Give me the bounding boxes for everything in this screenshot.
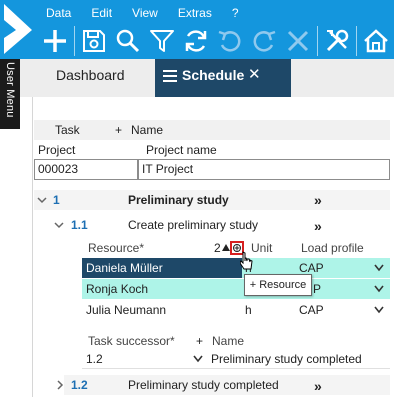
- task-header-row: [34, 120, 390, 140]
- search-button[interactable]: [111, 24, 145, 58]
- task-column-header: Task: [55, 123, 80, 137]
- filter-icon: [150, 30, 174, 52]
- menu-data[interactable]: Data: [46, 5, 71, 21]
- subtask-more-button[interactable]: »: [314, 218, 322, 234]
- resource-name: Julia Neumann: [86, 303, 167, 317]
- toolbar-separator: [356, 26, 357, 56]
- redo-icon: [253, 30, 276, 52]
- add-icon: [44, 30, 66, 52]
- menu-help[interactable]: ?: [232, 5, 239, 21]
- refresh-icon: [185, 30, 207, 52]
- cancel-button[interactable]: [281, 24, 315, 58]
- home-icon: [364, 29, 388, 53]
- subtask-name: Preliminary study completed: [128, 378, 279, 392]
- top-bar: Data Edit View Extras ?: [0, 0, 394, 59]
- resource-name: Ronja Koch: [86, 282, 149, 296]
- task-name: Preliminary study: [128, 193, 229, 207]
- chevron-down-icon[interactable]: [193, 355, 203, 363]
- successor-number[interactable]: 1.2: [86, 351, 103, 367]
- chevron-down-icon[interactable]: [54, 220, 64, 230]
- menu-edit[interactable]: Edit: [91, 5, 112, 21]
- tools-icon: [326, 29, 349, 52]
- save-button[interactable]: [77, 24, 111, 58]
- subtask-number: 1.2: [71, 378, 88, 392]
- project-label: Project: [38, 143, 76, 157]
- menu-extras[interactable]: Extras: [178, 5, 212, 21]
- name-column-header: Name: [131, 123, 164, 137]
- project-name-field[interactable]: IT Project: [138, 159, 390, 180]
- add-task-icon[interactable]: +: [115, 122, 122, 138]
- resource-name: Daniela Müller: [86, 261, 163, 275]
- search-icon: [116, 29, 140, 53]
- subtask-number: 1.1: [71, 218, 88, 232]
- resource-row[interactable]: Ronja Koch P: [82, 279, 390, 299]
- toolbar-separator: [317, 26, 318, 56]
- task-more-button[interactable]: »: [314, 192, 322, 208]
- resource-profile: P: [313, 282, 322, 296]
- unit-column-header: Unit: [251, 241, 273, 255]
- subtask-more-button[interactable]: »: [314, 378, 322, 394]
- subtask-name: Create preliminary study: [128, 218, 259, 232]
- save-icon: [83, 30, 105, 52]
- resource-unit: h: [245, 303, 252, 317]
- chevron-right-icon[interactable]: [55, 380, 65, 390]
- resource-row[interactable]: Julia Neumann h CAP: [82, 300, 390, 320]
- load-profile-column-header: Load profile: [301, 241, 364, 255]
- successor-name: Preliminary study completed: [211, 352, 362, 366]
- tab-schedule[interactable]: Schedule ✕: [155, 59, 291, 97]
- home-button[interactable]: [359, 24, 393, 58]
- mouse-cursor-icon: [240, 251, 253, 270]
- tab-dashboard[interactable]: Dashboard: [56, 59, 125, 97]
- app-window: Data Edit View Extras ? User Menu Dashbo…: [0, 0, 394, 397]
- chevron-down-icon[interactable]: [374, 264, 384, 272]
- chevron-down-icon[interactable]: [374, 285, 384, 293]
- filter-button[interactable]: [145, 24, 179, 58]
- left-divider: [32, 97, 33, 397]
- tab-bar: Dashboard Schedule ✕: [20, 59, 394, 97]
- redo-button[interactable]: [247, 24, 281, 58]
- toolbar-separator: [74, 26, 75, 56]
- add-button[interactable]: [38, 24, 72, 58]
- resource-row-selected[interactable]: Daniela Müller h CAP: [82, 258, 390, 278]
- cancel-icon: [287, 30, 309, 52]
- resource-column-header: Resource*: [88, 241, 145, 255]
- tab-schedule-label: Schedule: [182, 67, 245, 83]
- app-logo: [4, 4, 32, 54]
- menu-bar: Data Edit View Extras ?: [46, 5, 259, 21]
- toolbar: [38, 24, 393, 58]
- close-tab-icon[interactable]: ✕: [248, 59, 261, 91]
- resource-count: 2: [214, 241, 221, 255]
- add-successor-icon[interactable]: +: [196, 333, 203, 349]
- chevron-down-icon[interactable]: [374, 306, 384, 314]
- undo-icon: [218, 30, 241, 52]
- project-field[interactable]: 000023: [34, 159, 138, 180]
- add-resource-tooltip: + Resource: [244, 274, 312, 296]
- menu-view[interactable]: View: [132, 5, 158, 21]
- project-name-label: Project name: [146, 143, 217, 157]
- task-successor-header: Task successor*: [88, 334, 175, 348]
- user-menu-label[interactable]: User Menu: [2, 62, 18, 126]
- resource-profile: CAP: [299, 303, 324, 317]
- sort-up-icon[interactable]: [222, 244, 230, 251]
- undo-button[interactable]: [213, 24, 247, 58]
- successor-name-header: Name: [212, 334, 245, 348]
- task-number: 1: [53, 193, 60, 207]
- chevron-down-icon[interactable]: [37, 195, 47, 205]
- refresh-button[interactable]: [179, 24, 213, 58]
- hamburger-icon[interactable]: [163, 70, 177, 82]
- tools-button[interactable]: [320, 24, 354, 58]
